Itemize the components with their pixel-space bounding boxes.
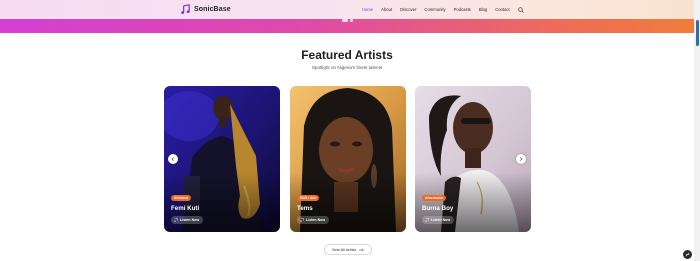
genre-badge: Afrobeat [171,195,191,201]
listen-now-button[interactable]: Listen Now [171,216,204,224]
listen-now-label: Listen Now [306,218,326,222]
music-note-icon [181,4,190,14]
slider-dot[interactable] [350,19,353,22]
top-navbar: SonicBase Home About Discover Community … [0,0,700,19]
nav-contact[interactable]: Contact [495,7,509,12]
listen-now-button[interactable]: Listen Now [297,216,330,224]
listen-now-label: Listen Now [180,218,200,222]
music-note-icon [300,218,304,222]
brand-name: SonicBase [194,6,231,13]
section-subtitle: Spotlight on Nigeria's finest talents [311,65,383,70]
music-note-icon [174,218,178,222]
page-scrollbar[interactable] [694,0,700,261]
listen-now-button[interactable]: Listen Now [422,216,455,224]
nav-blog[interactable]: Blog [479,7,487,12]
section-title: Featured Artists [301,48,393,62]
slider-dots [342,19,353,22]
artist-name: Femi Kuti [171,205,200,212]
artist-card[interactable]: Afro-fusion Burna Boy Listen Now [415,86,531,232]
chevron-right-icon [519,157,523,161]
listen-now-label: Listen Now [431,218,451,222]
nav-home[interactable]: Home [362,7,373,12]
view-all-label: View All Artists [331,247,357,252]
floating-action-button[interactable] [683,250,692,259]
slider-dot-active[interactable] [342,19,348,22]
genre-badge: Afro-fusion [422,195,447,201]
carousel-prev-button[interactable] [168,154,178,164]
nav-podcasts[interactable]: Podcasts [454,7,471,12]
carousel-next-button[interactable] [516,154,526,164]
nav-about[interactable]: About [381,7,392,12]
view-all-artists-button[interactable]: View All Artists [324,244,372,255]
hero-banner [0,19,700,33]
arrow-right-icon [359,248,365,251]
nav-discover[interactable]: Discover [400,7,416,12]
scrollbar-thumb[interactable] [696,20,699,46]
main-menu: Home About Discover Community Podcasts B… [362,5,524,14]
artist-name: Tems [297,205,313,212]
music-note-icon [425,218,429,222]
artist-card[interactable]: Afrobeat Femi Kuti Listen Now [164,86,280,232]
artist-card[interactable]: R&B / Alte Tems Listen Now [290,86,406,232]
brand-logo[interactable]: SonicBase [180,4,231,15]
artist-name: Burna Boy [422,205,454,212]
genre-badge: R&B / Alte [297,195,320,201]
nav-community[interactable]: Community [424,7,445,12]
bolt-icon [685,252,690,257]
search-icon[interactable] [518,6,524,13]
chevron-left-icon [171,157,175,161]
